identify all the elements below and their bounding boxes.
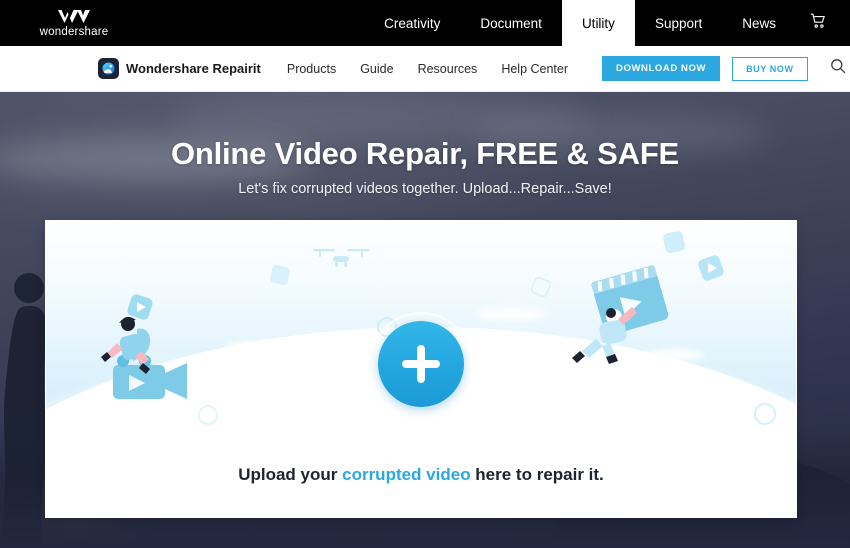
download-now-button[interactable]: DOWNLOAD NOW (602, 56, 721, 81)
search-button[interactable] (830, 58, 846, 79)
product-nav-bar: Wondershare Repairit Products Guide Reso… (0, 46, 850, 92)
hero-section: Online Video Repair, FREE & SAFE Let's f… (0, 92, 850, 548)
subnav-item-help-center[interactable]: Help Center (501, 62, 568, 76)
search-icon (830, 58, 846, 79)
subnav-item-guide[interactable]: Guide (360, 62, 393, 76)
global-nav-items: Creativity Document Utility Support News (364, 0, 850, 46)
upload-caption-before: Upload your (238, 465, 343, 484)
card-cloud-decor (646, 349, 704, 361)
hero-title: Online Video Repair, FREE & SAFE (170, 136, 680, 171)
upload-caption: Upload your corrupted video here to repa… (46, 465, 796, 485)
subnav-item-products[interactable]: Products (287, 62, 336, 76)
wondershare-w-logo-icon (57, 9, 91, 26)
shopping-cart-icon (810, 13, 826, 34)
topnav-item-utility[interactable]: Utility (561, 0, 635, 46)
topnav-item-document[interactable]: Document (460, 0, 562, 46)
upload-plus-button[interactable] (369, 312, 473, 416)
topnav-item-support[interactable]: Support (635, 0, 722, 46)
topnav-item-creativity[interactable]: Creativity (364, 0, 460, 46)
media-icon-decor (127, 294, 153, 320)
upload-caption-after: here to repair it. (470, 465, 604, 484)
card-cloud-decor (226, 341, 286, 354)
wondershare-logo[interactable]: wondershare (14, 0, 134, 46)
subnav-item-resources[interactable]: Resources (418, 62, 478, 76)
hero-subtitle: Let's fix corrupted videos together. Upl… (238, 181, 612, 197)
card-cloud-decor (476, 307, 546, 321)
media-icon-decor (698, 255, 724, 281)
repairit-brand-link[interactable]: Wondershare Repairit (98, 58, 261, 79)
media-icon-decor (663, 231, 685, 253)
top-global-nav-bar: wondershare Creativity Document Utility … (0, 0, 850, 46)
plus-icon (378, 321, 464, 407)
repairit-brand-text: Wondershare Repairit (126, 61, 261, 76)
upload-dropzone-card[interactable]: Upload your corrupted video here to repa… (45, 220, 797, 518)
card-cloud-decor (136, 381, 188, 392)
buy-now-button[interactable]: BUY NOW (732, 56, 808, 81)
wondershare-logo-text: wondershare (39, 25, 109, 38)
topnav-item-news[interactable]: News (722, 0, 796, 46)
corrupted-video-link[interactable]: corrupted video (342, 465, 470, 484)
drone-illustration (313, 249, 369, 267)
shopping-cart-button[interactable] (796, 0, 844, 46)
repairit-app-icon (98, 58, 119, 79)
media-icon-decor (269, 264, 291, 286)
media-icon-decor (530, 276, 552, 298)
